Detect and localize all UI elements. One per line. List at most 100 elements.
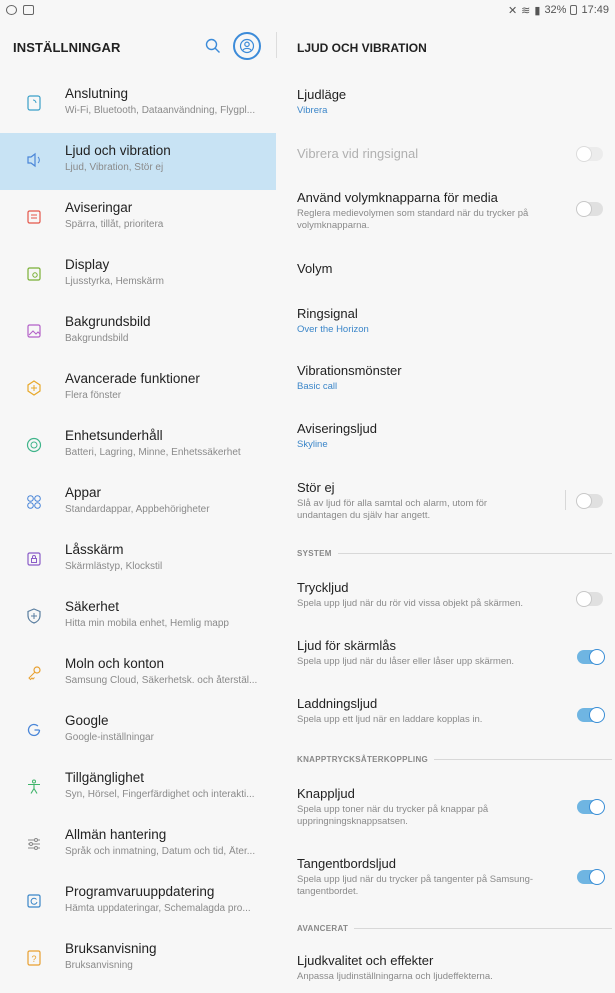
volymknappar-toggle[interactable]: [576, 201, 603, 217]
connection-icon: [26, 95, 42, 111]
sidebar-item-avancerade[interactable]: Avancerade funktioner Flera fönster: [0, 361, 276, 418]
setting-desc: Reglera medievolymen som standard när du…: [297, 208, 529, 231]
tryckljud-toggle[interactable]: [576, 591, 603, 607]
sidebar-item-programvara[interactable]: Programvaruuppdatering Hämta uppdatering…: [0, 874, 276, 931]
setting-tryckljud[interactable]: Tryckljud Spela upp ljud när du rör vid …: [297, 580, 615, 620]
image-status-icon: [23, 5, 34, 15]
sidebar-item-sub: Google-inställningar: [65, 732, 154, 743]
laddningsljud-toggle[interactable]: [577, 707, 605, 723]
setting-ljudlage[interactable]: Ljudläge Vibrera: [297, 87, 615, 117]
sidebar-item-appar[interactable]: Appar Standardappar, Appbehörigheter: [0, 475, 276, 532]
speaker-icon: [26, 152, 42, 168]
setting-value: Vibrera: [297, 105, 328, 116]
sidebar-item-sub: Bruksanvisning: [65, 960, 133, 971]
sidebar-item-sub: Bakgrundsbild: [65, 333, 129, 344]
settings-status-icon: [6, 5, 17, 15]
sidebar-item-sub: Språk och inmatning, Datum och tid, Åter…: [65, 846, 256, 857]
sound-settings-panel: LJUD OCH VIBRATION Ljudläge Vibrera Vibr…: [277, 20, 615, 989]
sidebar-item-label: Appar: [65, 485, 102, 500]
svg-text:?: ?: [31, 954, 36, 964]
setting-value: Basic call: [297, 381, 338, 392]
setting-ringsignal[interactable]: Ringsignal Over the Horizon: [297, 306, 615, 336]
sidebar-item-label: Bruksanvisning: [65, 941, 157, 956]
setting-title: Ringsignal: [297, 306, 358, 321]
sidebar-item-label: Säkerhet: [65, 599, 120, 614]
sidebar-item-sub: Batteri, Lagring, Minne, Enhetssäkerhet: [65, 447, 241, 458]
sliders-icon: [26, 836, 42, 852]
setting-knappljud[interactable]: Knappljud Spela upp toner när du trycker…: [297, 786, 615, 827]
sidebar-item-label: Moln och konton: [65, 656, 165, 671]
setting-volymknappar[interactable]: Använd volymknapparna för media Reglera …: [297, 190, 615, 231]
sidebar-item-enhetsunderhall[interactable]: Enhetsunderhåll Batteri, Lagring, Minne,…: [0, 418, 276, 475]
setting-laddningsljud[interactable]: Laddningsljud Spela upp ett ljud när en …: [297, 696, 615, 736]
sidebar-item-google[interactable]: Google Google-inställningar: [0, 703, 276, 760]
setting-vibrera-ringsignal[interactable]: Vibrera vid ringsignal: [297, 146, 615, 166]
setting-vibrationsmonster[interactable]: Vibrationsmönster Basic call: [297, 363, 615, 393]
device-care-icon: [26, 437, 42, 453]
sidebar-item-sub: Standardappar, Appbehörigheter: [65, 504, 210, 515]
section-avancerat: AVANCERAT: [297, 924, 612, 933]
sidebar-item-ljud[interactable]: Ljud och vibration Ljud, Vibration, Stör…: [0, 133, 276, 190]
skarmlas-toggle[interactable]: [577, 649, 605, 665]
setting-ljudkvalitet[interactable]: Ljudkvalitet och effekter Anpassa ljudin…: [297, 953, 615, 993]
sidebar-item-tillganglighet[interactable]: Tillgänglighet Syn, Hörsel, Fingerfärdig…: [0, 760, 276, 817]
sidebar-item-sub: Syn, Hörsel, Fingerfärdighet och interak…: [65, 789, 255, 800]
sidebar-item-sub: Samsung Cloud, Säkerhetsk. och återstäl.…: [65, 675, 258, 686]
setting-desc: Spela upp ljud när du låser eller låser …: [297, 656, 515, 667]
knappljud-toggle[interactable]: [577, 799, 605, 815]
sidebar-item-anslutning[interactable]: Anslutning Wi-Fi, Bluetooth, Dataanvändn…: [0, 76, 276, 133]
setting-title: Stör ej: [297, 480, 335, 495]
setting-skarmlas[interactable]: Ljud för skärmlås Spela upp ljud när du …: [297, 638, 615, 678]
sidebar-item-moln[interactable]: Moln och konton Samsung Cloud, Säkerhets…: [0, 646, 276, 703]
apps-icon: [26, 494, 42, 510]
sidebar-item-label: Bakgrundsbild: [65, 314, 151, 329]
setting-title: Vibrera vid ringsignal: [297, 146, 419, 161]
shield-icon: [26, 608, 42, 624]
setting-title: Vibrationsmönster: [297, 363, 402, 378]
setting-desc: Slå av ljud för alla samtal och alarm, u…: [297, 498, 488, 521]
key-icon: [26, 665, 42, 681]
sidebar-item-bakgrundsbild[interactable]: Bakgrundsbild Bakgrundsbild: [0, 304, 276, 361]
tangentbordsljud-toggle[interactable]: [577, 869, 605, 885]
setting-value: Over the Horizon: [297, 324, 369, 335]
search-icon[interactable]: [205, 38, 221, 54]
sidebar-item-label: Google: [65, 713, 109, 728]
setting-aviseringsljud[interactable]: Aviseringsljud Skyline: [297, 421, 615, 451]
sidebar-item-display[interactable]: Display Ljusstyrka, Hemskärm: [0, 247, 276, 304]
sidebar-item-label: Aviseringar: [65, 200, 133, 215]
stor-ej-separator: [565, 490, 566, 510]
setting-desc: Spela upp ett ljud när en laddare koppla…: [297, 714, 483, 725]
sidebar-item-bruksanvisning[interactable]: ? Bruksanvisning Bruksanvisning: [0, 931, 276, 988]
vibrera-ringsignal-toggle[interactable]: [576, 146, 603, 162]
setting-volym[interactable]: Volym: [297, 261, 615, 276]
sidebar-item-aviseringar[interactable]: Aviseringar Spärra, tillåt, prioritera: [0, 190, 276, 247]
advanced-features-icon: [26, 380, 42, 396]
section-system: SYSTEM: [297, 549, 612, 558]
sidebar-item-sub: Spärra, tillåt, prioritera: [65, 219, 164, 230]
notification-icon: [26, 209, 42, 225]
setting-title: Knappljud: [297, 786, 355, 801]
help-icon: ?: [26, 950, 42, 966]
setting-stor-ej[interactable]: Stör ej Slå av ljud för alla samtal och …: [297, 480, 615, 521]
display-icon: [26, 266, 42, 282]
stor-ej-toggle[interactable]: [576, 493, 603, 509]
sidebar-item-allman[interactable]: Allmän hantering Språk och inmatning, Da…: [0, 817, 276, 874]
clock: 17:49: [581, 4, 609, 16]
sidebar-item-label: Låsskärm: [65, 542, 124, 557]
account-icon[interactable]: [233, 32, 261, 60]
setting-title: Volym: [297, 261, 333, 276]
setting-title: Tryckljud: [297, 580, 349, 595]
settings-menu-panel: INSTÄLLNINGAR Anslutning Wi-Fi, Bluetoot…: [0, 20, 276, 989]
sidebar-item-label: Avancerade funktioner: [65, 371, 200, 386]
setting-title: Tangentbordsljud: [297, 856, 397, 871]
page-title: INSTÄLLNINGAR: [13, 39, 121, 55]
accessibility-icon: [26, 779, 42, 795]
sidebar-item-sakerhet[interactable]: Säkerhet Hitta min mobila enhet, Hemlig …: [0, 589, 276, 646]
sidebar-item-sub: Ljud, Vibration, Stör ej: [65, 162, 164, 173]
wifi-icon: ≋: [521, 4, 531, 17]
setting-tangentbordsljud[interactable]: Tangentbordsljud Spela upp ljud när du t…: [297, 856, 615, 897]
setting-value: Skyline: [297, 439, 328, 450]
sidebar-item-lasskarm[interactable]: Låsskärm Skärmlästyp, Klockstil: [0, 532, 276, 589]
sidebar-item-label: Tillgänglighet: [65, 770, 145, 785]
sidebar-item-label: Programvaruuppdatering: [65, 884, 215, 899]
